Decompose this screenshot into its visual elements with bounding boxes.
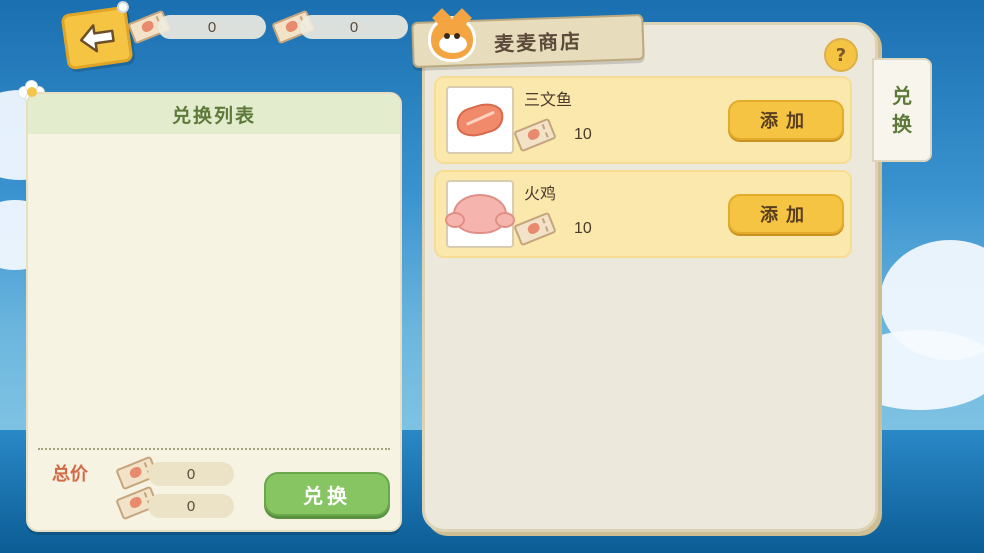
item-image	[446, 86, 514, 154]
salmon-ticket-icon	[513, 211, 557, 247]
currency-counter-1: 0	[158, 15, 266, 39]
total-value-1-text: 0	[186, 465, 196, 483]
item-price: 10	[574, 220, 592, 237]
cat-avatar-icon	[428, 8, 476, 62]
help-button[interactable]: ?	[824, 38, 858, 72]
currency-value-1: 0	[207, 18, 217, 36]
total-label: 总价	[52, 464, 88, 485]
currency-value-2: 0	[349, 18, 359, 36]
total-value-2-text: 0	[186, 497, 196, 515]
currency-counter-2: 0	[300, 15, 408, 39]
item-image	[445, 180, 515, 248]
item-name: 三文鱼	[524, 90, 573, 109]
divider	[38, 448, 390, 450]
exchange-button[interactable]: 兑换	[264, 472, 390, 516]
back-arrow-icon	[79, 24, 115, 53]
item-price: 10	[574, 126, 592, 143]
add-button[interactable]: 添加	[728, 100, 844, 140]
total-value-2: 0	[148, 494, 234, 518]
salmon-ticket-icon	[513, 117, 557, 153]
salmon-icon	[452, 98, 508, 142]
back-button[interactable]	[60, 0, 134, 71]
exchange-list-panel: 兑换列表 总价 0 0 兑换	[26, 92, 402, 532]
turkey-icon	[445, 194, 515, 234]
notification-dot	[116, 0, 130, 14]
shop-item-turkey: 火鸡 10 添加	[434, 170, 852, 258]
shop-item-salmon: 三文鱼 10 添加	[434, 76, 852, 164]
exchange-list-title: 兑换列表	[28, 94, 400, 134]
tab-exchange-label-2: 换	[892, 112, 912, 136]
add-button[interactable]: 添加	[728, 194, 844, 234]
item-name: 火鸡	[524, 184, 557, 203]
total-value-1: 0	[148, 462, 234, 486]
tab-exchange-label-1: 兑	[892, 84, 912, 108]
shop-title: 麦麦商店	[493, 28, 583, 56]
tab-exchange[interactable]: 兑 换	[872, 58, 932, 162]
